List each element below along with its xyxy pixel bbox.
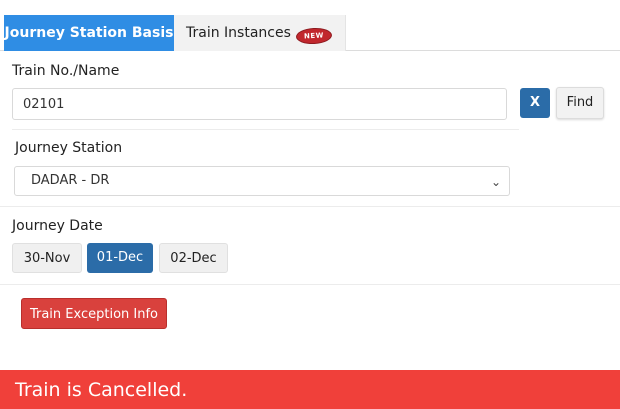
divider	[12, 129, 519, 130]
tab-bar: Journey Station Basis Train Instances NEW	[0, 0, 620, 51]
train-input[interactable]	[12, 88, 507, 120]
chevron-down-icon: ⌄	[490, 175, 501, 189]
divider	[0, 206, 620, 207]
train-exception-info-button[interactable]: Train Exception Info	[21, 298, 167, 329]
train-label: Train No./Name	[12, 63, 120, 79]
status-alert: Train is Cancelled.	[0, 370, 620, 409]
tab-train-instances[interactable]: Train Instances NEW	[174, 15, 346, 51]
date-option-02-dec[interactable]: 02-Dec	[159, 243, 228, 273]
date-label: Journey Date	[12, 218, 103, 234]
divider	[0, 284, 620, 285]
station-selected-value: DADAR - DR	[31, 173, 110, 188]
station-label: Journey Station	[15, 140, 123, 156]
station-select[interactable]: DADAR - DR ⌄	[14, 166, 510, 196]
new-badge: NEW	[296, 28, 332, 44]
tab-train-instances-label: Train Instances	[186, 25, 291, 41]
find-button[interactable]: Find	[556, 87, 604, 119]
date-option-01-dec[interactable]: 01-Dec	[87, 243, 153, 273]
tab-journey-station-basis[interactable]: Journey Station Basis	[4, 15, 174, 51]
clear-button[interactable]: X	[520, 88, 550, 118]
date-option-30-nov[interactable]: 30-Nov	[12, 243, 82, 273]
